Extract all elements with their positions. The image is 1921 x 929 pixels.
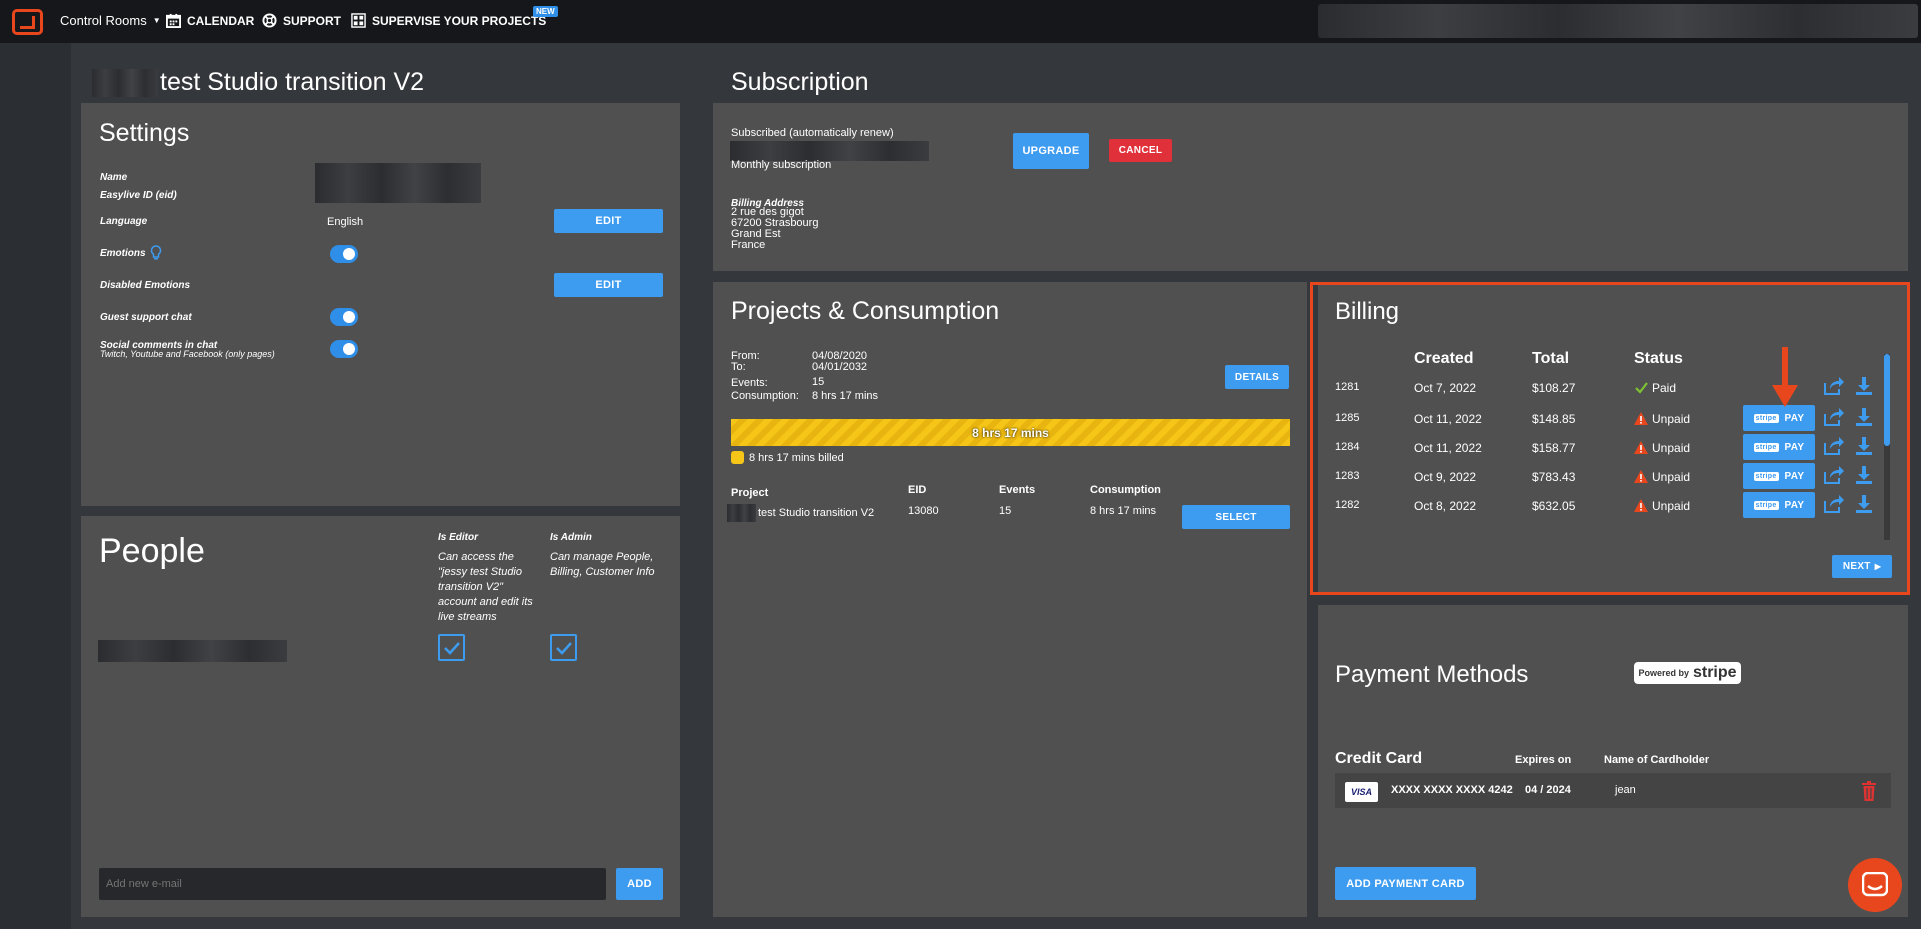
upgrade-button[interactable]: UPGRADE (1013, 133, 1089, 169)
checkmark-icon (444, 642, 460, 655)
stripe-logo: stripe (1692, 664, 1737, 681)
consumption-value: 8 hrs 17 mins (812, 390, 879, 402)
is-editor-description: Can access the "jessy test Studio transi… (438, 551, 533, 623)
is-admin-header: Is Admin (550, 532, 592, 543)
powered-by-label: Powered by (1638, 668, 1689, 678)
settings-panel: Settings Name Easylive ID (eid) Language… (81, 103, 680, 506)
people-panel: People Is Editor Can access the "jessy t… (81, 516, 680, 917)
is-admin-description: Can manage People, Billing, Customer Inf… (550, 551, 655, 578)
to-label: To: (731, 361, 746, 373)
cancel-subscription-button[interactable]: CANCEL (1109, 139, 1172, 162)
control-rooms-menu[interactable]: Control Rooms ▼ (60, 13, 161, 28)
redacted-person-email (98, 640, 287, 662)
supervise-label: SUPERVISE YOUR PROJECTS (372, 13, 547, 28)
caret-down-icon: ▼ (152, 16, 161, 25)
cardholder-name: jean (1615, 784, 1636, 796)
is-admin-checkbox[interactable] (550, 634, 577, 661)
project-eid-cell: 13080 (908, 505, 939, 517)
billing-address-line-4: France (731, 239, 766, 251)
new-badge: NEW (533, 6, 558, 17)
chat-launcher[interactable] (1848, 858, 1902, 912)
guest-support-label: Guest support chat (100, 312, 192, 323)
legend-swatch (731, 451, 744, 464)
card-expiry: 04 / 2024 (1525, 784, 1571, 796)
calendar-icon (166, 13, 181, 28)
people-title: People (99, 532, 205, 570)
trash-icon[interactable] (1861, 781, 1877, 801)
calendar-label: CALENDAR (187, 13, 255, 28)
left-sidebar (0, 43, 71, 929)
disabled-emotions-label: Disabled Emotions (100, 280, 191, 291)
project-events-cell: 15 (999, 505, 1012, 517)
guest-support-toggle[interactable] (330, 308, 358, 326)
payment-methods-panel: Payment Methods Powered by stripe Credit… (1318, 605, 1908, 917)
project-name-cell: test Studio transition V2 (758, 507, 875, 519)
support-label: SUPPORT (283, 13, 342, 28)
subscription-status: Subscribed (automatically renew) (731, 127, 894, 139)
calendar-link[interactable]: CALENDAR (166, 13, 254, 28)
support-link[interactable]: SUPPORT (262, 13, 341, 28)
billing-highlight-frame (1310, 282, 1910, 595)
consumption-bar-label: 8 hrs 17 mins (972, 425, 1049, 440)
social-comments-sublabel: Twitch, Youtube and Facebook (only pages… (100, 349, 275, 359)
emotions-toggle[interactable] (330, 245, 358, 263)
payment-methods-title: Payment Methods (1335, 661, 1529, 688)
eid-label: Easylive ID (eid) (100, 190, 177, 201)
lifebuoy-icon (262, 13, 277, 28)
subscription-title: Subscription (731, 68, 869, 96)
app-logo[interactable] (12, 9, 43, 35)
consumption-label: Consumption: (731, 390, 799, 402)
lightbulb-icon (150, 245, 162, 260)
to-value: 04/01/2032 (812, 361, 868, 373)
select-project-button[interactable]: SELECT (1182, 505, 1290, 529)
project-column-header: Project (731, 487, 769, 499)
social-comments-toggle[interactable] (330, 340, 358, 358)
redacted-subscription-detail (730, 141, 929, 161)
emotions-label: Emotions (100, 248, 146, 259)
page-title: test Studio transition V2 (160, 68, 425, 96)
subscription-plan: Monthly subscription (731, 159, 832, 171)
top-navbar: Control Rooms ▼ CALENDAR SUPPORT SUPERVI… (0, 0, 1921, 43)
arrow-down-annotation-icon (1772, 347, 1798, 407)
chat-bubble-icon (1862, 872, 1888, 897)
card-number: XXXX XXXX XXXX 4242 (1391, 784, 1513, 796)
grid-layout-icon (351, 13, 366, 28)
supervise-link[interactable]: SUPERVISE YOUR PROJECTS (351, 13, 546, 28)
visa-card-icon: VISA (1345, 782, 1378, 802)
add-email-button[interactable]: ADD (616, 868, 663, 900)
redacted-user-area (1318, 4, 1918, 38)
powered-by-stripe-badge: Powered by stripe (1634, 662, 1741, 684)
name-label: Name (100, 172, 128, 183)
consumption-bar-track: 8 hrs 17 mins (731, 419, 1290, 446)
details-button[interactable]: DETAILS (1225, 365, 1289, 389)
project-consumption-cell: 8 hrs 17 mins (1090, 505, 1157, 517)
projects-title: Projects & Consumption (731, 297, 1000, 325)
add-payment-card-button[interactable]: ADD PAYMENT CARD (1335, 867, 1476, 900)
new-email-input[interactable] (99, 868, 606, 900)
cardholder-column-header: Name of Cardholder (1604, 754, 1710, 766)
billed-text: 8 hrs 17 mins billed (749, 452, 844, 464)
projects-panel: Projects & Consumption From: 04/08/2020 … (713, 282, 1307, 917)
events-value: 15 (812, 376, 825, 388)
subscription-panel: Subscribed (automatically renew) Monthly… (713, 103, 1908, 271)
language-value: English (327, 216, 364, 228)
edit-disabled-emotions-button[interactable]: EDIT (554, 273, 663, 297)
edit-language-button[interactable]: EDIT (554, 209, 663, 233)
expires-column-header: Expires on (1515, 754, 1572, 766)
credit-card-row: VISA XXXX XXXX XXXX 4242 04 / 2024 jean (1335, 773, 1891, 808)
language-label: Language (100, 216, 148, 227)
events-column-header: Events (999, 484, 1036, 496)
credit-card-header: Credit Card (1335, 750, 1423, 767)
eid-column-header: EID (908, 484, 927, 496)
redacted-name-value (315, 163, 481, 203)
settings-title: Settings (99, 119, 190, 147)
is-editor-header: Is Editor (438, 532, 479, 543)
events-label: Events: (731, 377, 768, 389)
is-editor-checkbox[interactable] (438, 634, 465, 661)
redacted-project-prefix (727, 504, 756, 522)
redacted-title-prefix (92, 69, 158, 97)
checkmark-icon (556, 642, 572, 655)
control-rooms-label: Control Rooms (60, 13, 147, 28)
consumption-column-header: Consumption (1090, 484, 1161, 496)
